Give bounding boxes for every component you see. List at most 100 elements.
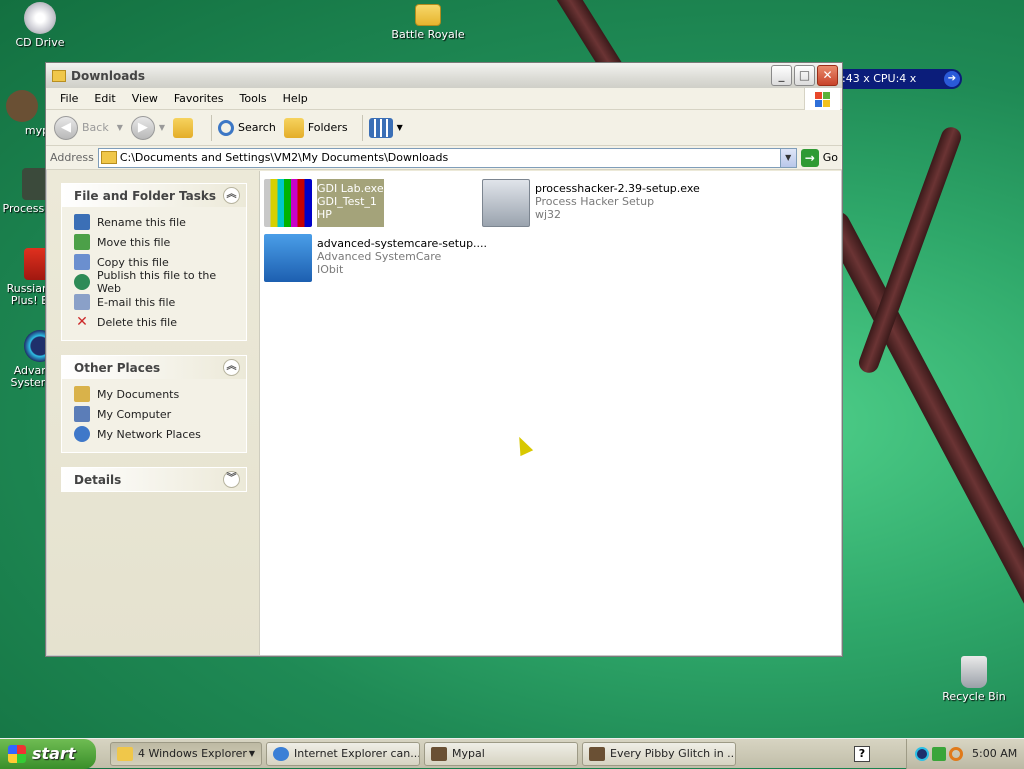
place-label: My Documents <box>97 387 180 401</box>
file-company: IObit <box>317 263 344 276</box>
file-meta: advanced-systemcare-setup.... Advanced S… <box>317 234 487 282</box>
task-label: Copy this file <box>97 255 169 269</box>
task-delete[interactable]: ✕ Delete this file <box>74 312 236 332</box>
search-label: Search <box>238 121 276 134</box>
windows-logo-icon <box>804 88 840 110</box>
copy-icon <box>74 254 90 270</box>
menu-view[interactable]: View <box>124 92 166 105</box>
task-email[interactable]: E-mail this file <box>74 292 236 312</box>
folders-button[interactable]: Folders <box>283 117 348 138</box>
menu-file[interactable]: File <box>52 92 86 105</box>
task-publish[interactable]: Publish this file to the Web <box>74 269 236 295</box>
up-folder-button[interactable] <box>173 117 197 138</box>
folders-label: Folders <box>307 121 348 134</box>
taskbar-button-label: Mypal <box>452 747 485 760</box>
task-label: E-mail this file <box>97 295 176 309</box>
views-icon <box>368 117 393 138</box>
file-folder-tasks-header[interactable]: File and Folder Tasks ︽ <box>62 184 246 207</box>
address-value: C:\Documents and Settings\VM2\My Documen… <box>119 151 449 164</box>
my-computer-icon <box>74 406 90 422</box>
back-label: Back <box>82 121 109 134</box>
menu-edit[interactable]: Edit <box>86 92 123 105</box>
file-description: GDI_Test_1 <box>317 195 377 208</box>
file-folder-tasks-list: Rename this file Move this file Copy thi… <box>62 207 246 340</box>
folders-icon <box>283 117 304 138</box>
test-pattern-icon <box>264 179 312 227</box>
panel-title: Details <box>74 472 122 487</box>
desktop-icon-label: Recycle Bin <box>942 690 1006 703</box>
title-bar[interactable]: Downloads _ □ ✕ <box>46 63 842 88</box>
advanced-systemcare-tray-icon[interactable] <box>915 746 929 761</box>
taskbar-button-every-pibby[interactable]: Every Pibby Glitch in ... <box>582 741 736 766</box>
taskbar-button-mypal[interactable]: Mypal <box>424 741 578 766</box>
file-company: HP <box>317 208 332 221</box>
menu-tools[interactable]: Tools <box>232 92 275 105</box>
rename-icon <box>74 214 90 230</box>
collapse-icon[interactable]: ︽ <box>223 187 240 204</box>
go-label: Go <box>822 151 838 164</box>
desktop-icon-recycle-bin[interactable]: Recycle Bin <box>934 656 1014 703</box>
window-title: Downloads <box>71 68 146 83</box>
iobit-installer-icon <box>264 234 312 282</box>
place-my-documents[interactable]: My Documents <box>74 384 236 404</box>
email-icon <box>74 294 90 310</box>
task-move[interactable]: Move this file <box>74 232 236 252</box>
address-label: Address <box>50 151 94 164</box>
clock[interactable]: 5:00 AM <box>972 747 1017 760</box>
task-label: Publish this file to the Web <box>97 269 217 295</box>
taskbar: start 4 Windows Explorer ▼ Internet Expl… <box>0 738 1024 769</box>
forward-button[interactable]: ▶ ▼ <box>130 115 165 140</box>
task-rename[interactable]: Rename this file <box>74 212 236 232</box>
menu-help[interactable]: Help <box>275 92 316 105</box>
network-icon <box>74 426 90 442</box>
search-tray-icon[interactable] <box>949 746 963 761</box>
address-bar: Address C:\Documents and Settings\VM2\My… <box>46 146 842 170</box>
menu-favorites[interactable]: Favorites <box>166 92 232 105</box>
close-button[interactable]: ✕ <box>817 65 838 86</box>
taskbar-button-windows-explorer[interactable]: 4 Windows Explorer ▼ <box>110 741 262 766</box>
expand-icon[interactable]: ︾ <box>223 471 240 488</box>
explorer-body: File and Folder Tasks ︽ Rename this file… <box>47 171 841 655</box>
details-header[interactable]: Details ︾ <box>62 468 246 491</box>
minimize-button[interactable]: _ <box>771 65 792 86</box>
publish-icon <box>74 274 90 290</box>
views-button[interactable]: ▼ <box>368 117 403 138</box>
file-meta: processhacker-2.39-setup.exe Process Hac… <box>535 179 700 227</box>
back-arrow-icon: ◀ <box>54 115 78 140</box>
start-button[interactable]: start <box>0 738 96 769</box>
desktop-icon-cd-drive[interactable]: CD Drive <box>0 2 80 49</box>
task-label: Rename this file <box>97 215 186 229</box>
move-icon <box>74 234 90 250</box>
taskbar-button-label: 4 Windows Explorer <box>138 747 247 760</box>
toolbar-separator <box>361 114 363 141</box>
chevron-down-icon[interactable]: ▼ <box>779 148 796 167</box>
help-icon[interactable]: ? <box>854 745 870 762</box>
other-places-panel: Other Places ︽ My Documents My Computer … <box>61 355 247 453</box>
mypal-icon <box>589 746 605 761</box>
place-label: My Computer <box>97 407 172 421</box>
desktop-icon-battle-royale[interactable]: Battle Royale <box>388 4 468 41</box>
desktop-icon-label: Battle Royale <box>391 28 465 41</box>
folder-icon <box>415 4 441 26</box>
cd-drive-icon <box>24 2 56 34</box>
file-item-processhacker[interactable]: processhacker-2.39-setup.exe Process Hac… <box>482 179 700 227</box>
maximize-button[interactable]: □ <box>794 65 815 86</box>
other-places-header[interactable]: Other Places ︽ <box>62 356 246 379</box>
place-my-computer[interactable]: My Computer <box>74 404 236 424</box>
file-name: advanced-systemcare-setup.... <box>317 237 488 250</box>
explorer-window: Downloads _ □ ✕ File Edit View Favorites… <box>45 62 843 657</box>
taskbar-button-internet-explorer[interactable]: Internet Explorer can... <box>266 741 420 766</box>
arrow-right-icon[interactable]: ➔ <box>944 71 960 87</box>
file-item-gdi-lab[interactable]: GDI Lab.exe GDI_Test_1 HP <box>264 179 384 227</box>
collapse-icon[interactable]: ︽ <box>223 359 240 376</box>
file-folder-tasks-panel: File and Folder Tasks ︽ Rename this file… <box>61 183 247 341</box>
place-my-network-places[interactable]: My Network Places <box>74 424 236 444</box>
folder-icon <box>100 151 117 164</box>
go-button[interactable]: → Go <box>800 148 838 167</box>
back-button[interactable]: ◀ Back ▼ <box>54 115 123 140</box>
search-button[interactable]: Search <box>218 119 276 136</box>
task-label: Delete this file <box>97 315 177 329</box>
address-field[interactable]: C:\Documents and Settings\VM2\My Documen… <box>97 147 797 168</box>
network-tray-icon[interactable] <box>932 746 946 761</box>
file-item-advanced-systemcare[interactable]: advanced-systemcare-setup.... Advanced S… <box>264 234 487 282</box>
